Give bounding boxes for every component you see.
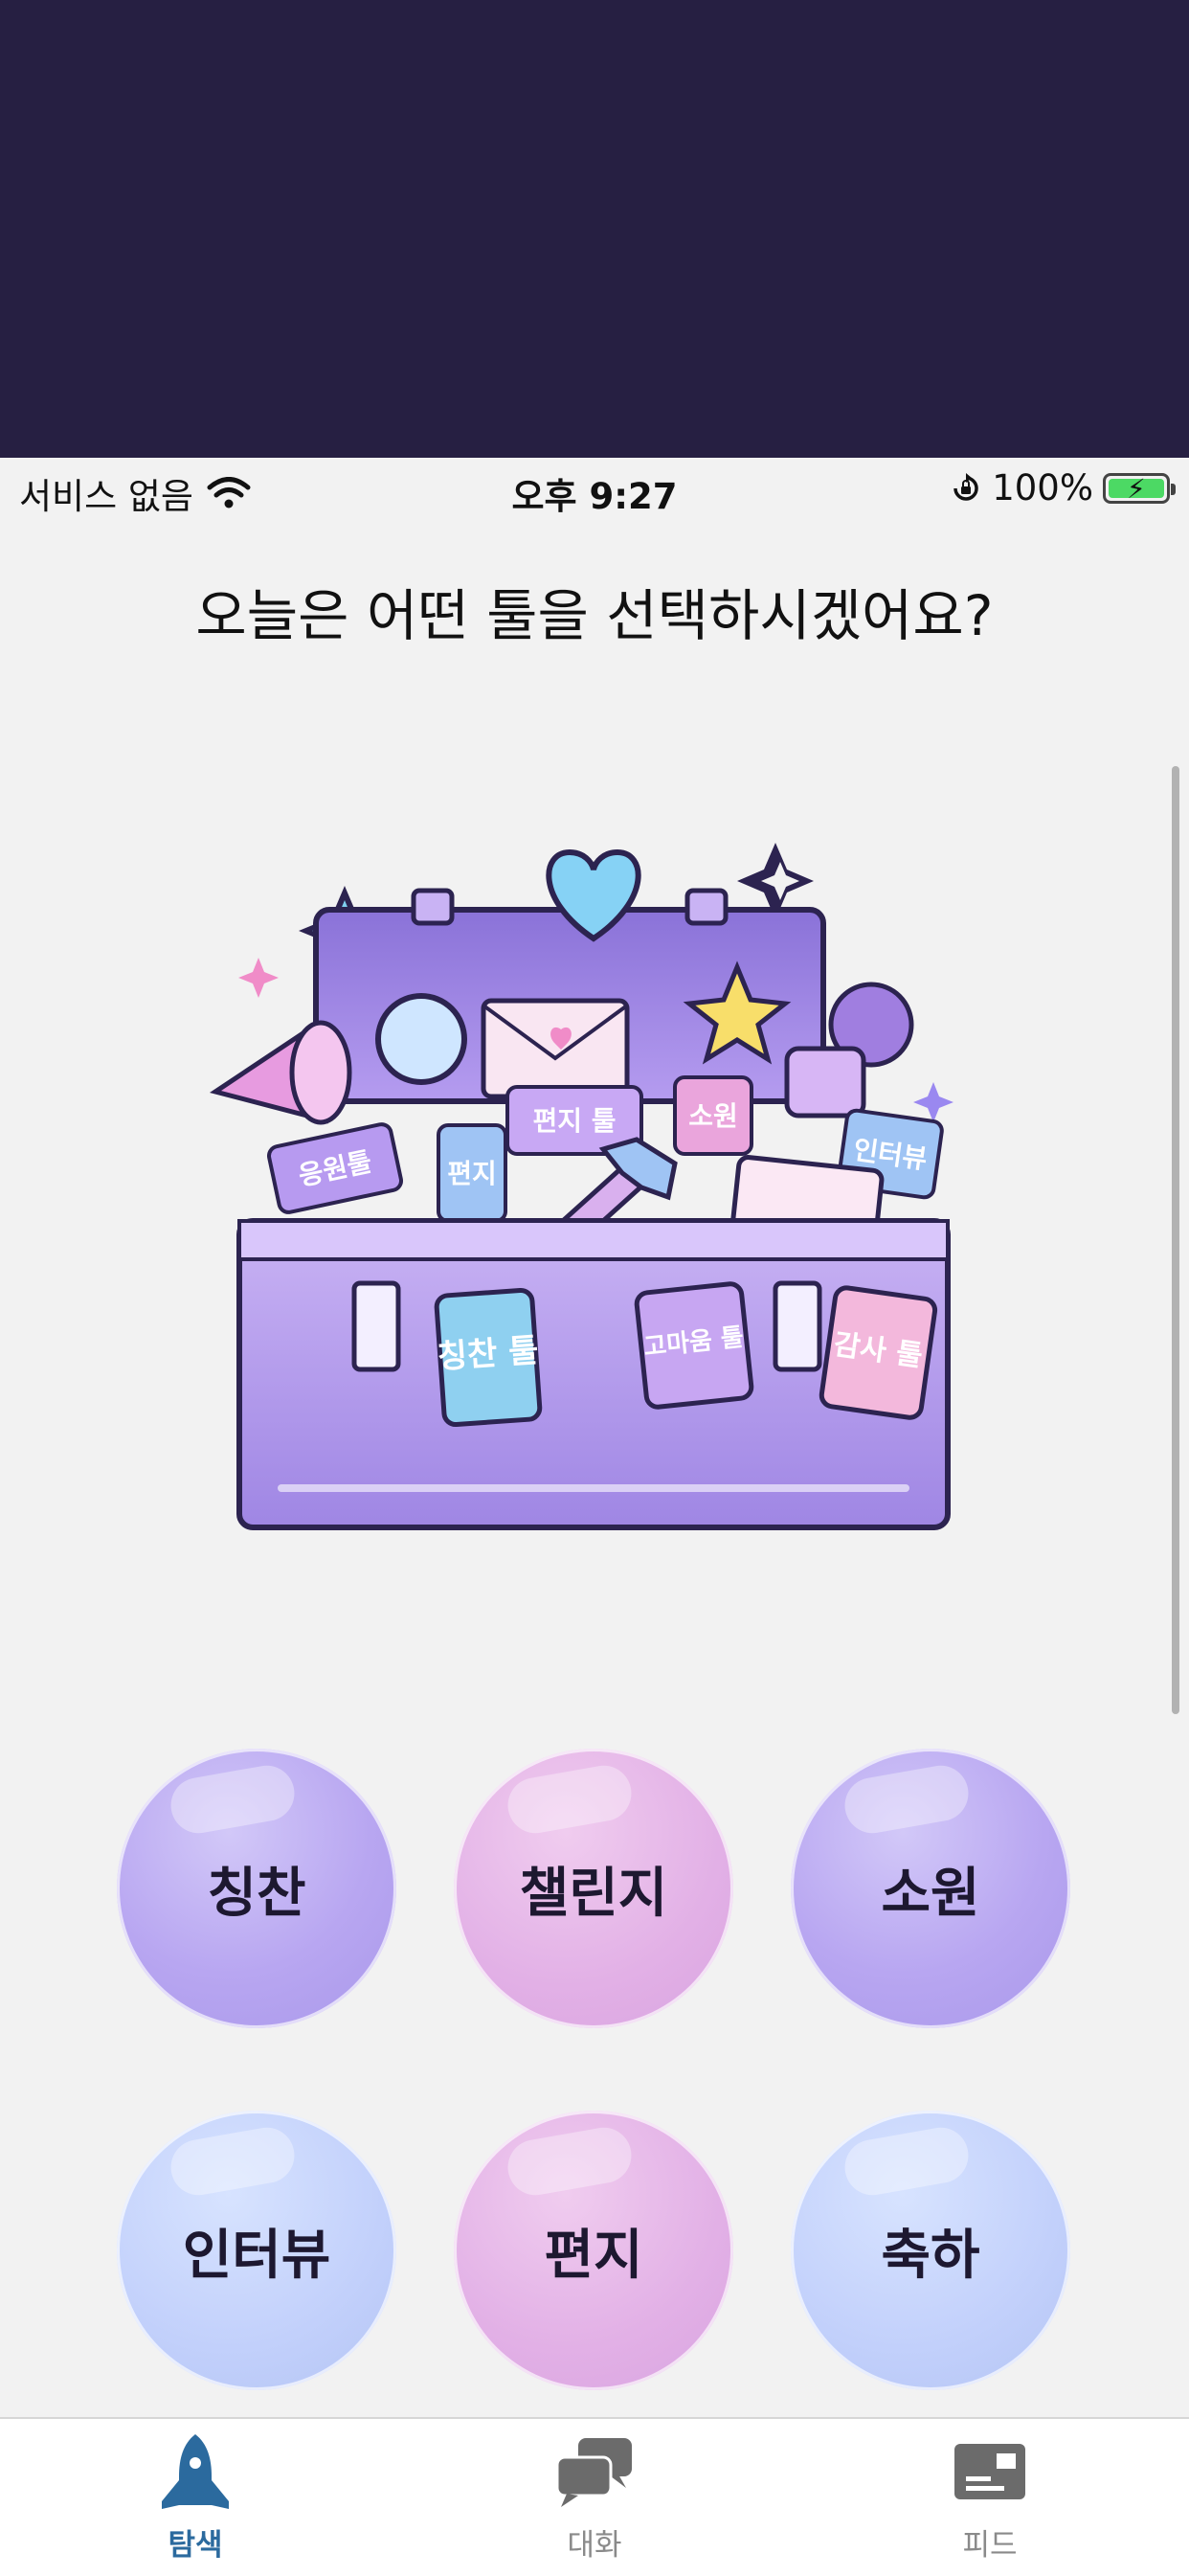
scrollbar[interactable]: [1172, 766, 1179, 1714]
toolbox-illustration: 응원툴 편지 편지 툴 소원 인터뷰 칭찬 툴 고마움 툴 감사 툴: [209, 843, 953, 1530]
hero-tag-letter-small: 편지: [447, 1158, 497, 1189]
tab-explore-label: 탐색: [168, 2528, 223, 2563]
orientation-lock-icon: [953, 472, 978, 501]
tab-bar: 탐색 대화 피드: [0, 2417, 1189, 2576]
tab-explore[interactable]: 탐색: [90, 2432, 301, 2566]
charging-bolt-icon: ⚡: [1127, 472, 1146, 505]
tool-button-letter-label: 편지: [544, 2224, 643, 2287]
tab-feed-label: 피드: [962, 2528, 1018, 2563]
tool-button-interview-label: 인터뷰: [182, 2224, 331, 2287]
tab-chat-label: 대화: [567, 2528, 622, 2563]
hero-tag-praise: 칭찬 툴: [437, 1331, 540, 1376]
hero-tag-wish: 소원: [688, 1100, 738, 1132]
hero-tag-letter: 편지 툴: [532, 1105, 616, 1137]
tool-button-wish-label: 소원: [881, 1862, 980, 1925]
rocket-icon: [162, 2434, 229, 2509]
battery-percent: 100%: [992, 467, 1093, 508]
battery-icon: ⚡: [1103, 472, 1176, 505]
top-dark-band: [0, 0, 1189, 458]
tab-feed[interactable]: 피드: [885, 2432, 1095, 2566]
megaphone-icon: [209, 1020, 352, 1125]
tool-button-wish[interactable]: 소원: [791, 1749, 1070, 2028]
tool-button-challenge[interactable]: 챌린지: [454, 1749, 733, 2028]
tool-button-praise-label: 칭찬: [207, 1862, 306, 1925]
tool-button-challenge-label: 챌린지: [519, 1862, 668, 1925]
magnifier-icon: [375, 993, 467, 1085]
tool-button-interview[interactable]: 인터뷰: [117, 2111, 396, 2390]
tab-chat[interactable]: 대화: [489, 2432, 700, 2566]
page-title: 오늘은 어떤 툴을 선택하시겠어요?: [195, 583, 994, 648]
tool-button-celebrate-label: 축하: [881, 2224, 980, 2287]
feed-card-icon: [954, 2444, 1025, 2499]
tool-button-celebrate[interactable]: 축하: [791, 2111, 1070, 2390]
status-right: 100% ⚡: [950, 467, 1176, 508]
tool-button-letter[interactable]: 편지: [454, 2111, 733, 2390]
tool-button-praise[interactable]: 칭찬: [117, 1749, 396, 2028]
status-bar: 서비스 없음 오후 9:27 100% ⚡: [0, 458, 1189, 521]
chat-bubbles-icon: [555, 2438, 632, 2507]
envelope-icon: [481, 998, 630, 1099]
